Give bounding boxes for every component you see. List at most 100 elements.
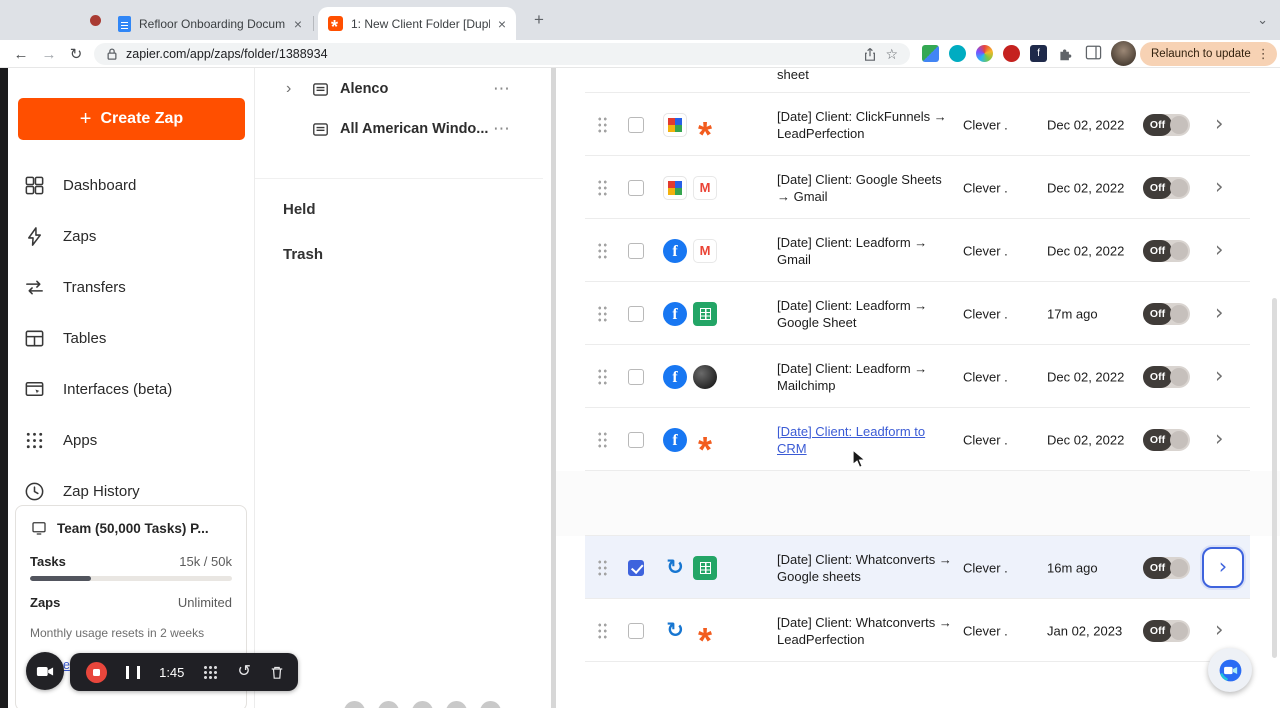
folder-item-all-american[interactable]: All American Windo... ⋯ xyxy=(255,112,551,148)
pause-recording-icon[interactable] xyxy=(126,665,141,679)
new-tab-button[interactable]: + xyxy=(529,10,549,30)
zap-name[interactable]: [Date] Client: ClickFunnels → LeadPerfec… xyxy=(777,108,955,142)
expand-chevron-icon[interactable]: › xyxy=(286,80,291,98)
row-chevron-icon[interactable]: › xyxy=(1215,175,1223,197)
row-chevron-icon[interactable]: › xyxy=(1215,238,1223,260)
restart-recording-icon[interactable]: ↺ xyxy=(238,664,251,680)
forward-button[interactable]: → xyxy=(38,43,60,65)
page-dot[interactable] xyxy=(480,701,501,708)
relaunch-to-update-button[interactable]: Relaunch to update ⋮ xyxy=(1140,42,1277,66)
page-dot[interactable] xyxy=(344,701,365,708)
sidebar-item-zaps[interactable]: Zaps xyxy=(8,211,254,262)
row-chevron-icon[interactable]: › xyxy=(1215,364,1223,386)
row-checkbox[interactable] xyxy=(628,431,644,448)
tab-search-icon[interactable]: ⌄ xyxy=(1257,12,1268,28)
close-tab-icon[interactable]: × xyxy=(294,16,302,32)
row-checkbox[interactable] xyxy=(628,116,644,133)
sidebar-item-transfers[interactable]: Transfers xyxy=(8,262,254,313)
more-options-icon[interactable]: ⋯ xyxy=(493,119,511,139)
zap-name[interactable]: [Date] Client: Whatconverts → LeadPerfec… xyxy=(777,614,955,648)
extension-icon[interactable]: f xyxy=(1030,45,1047,62)
zap-name[interactable]: [Date] Client: Leadform → Google Sheet xyxy=(777,297,955,331)
toggle-state-label: Off xyxy=(1143,113,1172,136)
sidebar-item-apps[interactable]: Apps xyxy=(8,415,254,466)
zap-on-off-toggle[interactable]: Off xyxy=(1143,239,1190,262)
zap-row[interactable]: [Date] Client: Leadform to CRM Clever . … xyxy=(556,408,1280,471)
create-zap-button[interactable]: + Create Zap xyxy=(18,98,245,140)
stop-recording-button[interactable] xyxy=(86,661,107,683)
zap-name[interactable]: [Date] Client: Leadform → Gmail xyxy=(777,234,955,268)
zap-on-off-toggle[interactable]: Off xyxy=(1143,113,1190,136)
zap-on-off-toggle[interactable]: Off xyxy=(1143,365,1190,388)
color-wheel-extension-icon[interactable] xyxy=(976,45,993,62)
support-chat-button[interactable] xyxy=(1208,648,1252,692)
list-scrollbar[interactable] xyxy=(1272,298,1277,658)
delete-recording-icon[interactable] xyxy=(270,665,284,680)
extension-icon[interactable] xyxy=(949,45,966,62)
extension-icon[interactable] xyxy=(1003,45,1020,62)
row-checkbox[interactable] xyxy=(628,242,644,259)
row-checkbox[interactable] xyxy=(628,622,644,639)
row-checkbox[interactable] xyxy=(628,368,644,385)
zap-row[interactable]: [Date] Client: Leadform → Mailchimp Clev… xyxy=(556,345,1280,408)
camera-toggle-button[interactable] xyxy=(26,652,64,690)
folder-item-alenco[interactable]: › Alenco ⋯ xyxy=(255,72,551,108)
row-chevron-icon[interactable]: › xyxy=(1215,427,1223,449)
row-chevron-icon[interactable]: › xyxy=(1215,301,1223,323)
sidebar-item-dashboard[interactable]: Dashboard xyxy=(8,160,254,211)
share-icon[interactable] xyxy=(863,47,877,62)
drag-handle-icon[interactable] xyxy=(597,115,608,134)
browser-tab-refloor[interactable]: Refloor Onboarding Docum × xyxy=(108,7,314,40)
row-chevron-icon[interactable]: › xyxy=(1215,618,1223,640)
address-bar[interactable]: zapier.com/app/zaps/folder/1388934 ☆ xyxy=(94,43,910,65)
extensions-puzzle-icon[interactable] xyxy=(1057,45,1074,62)
zap-on-off-toggle[interactable]: Off xyxy=(1143,176,1190,199)
row-checkbox[interactable] xyxy=(628,305,644,322)
zap-row[interactable]: [Date] Client: ClickFunnels → LeadPerfec… xyxy=(556,93,1280,156)
zap-name[interactable]: [Date] Client: Google Sheets → Gmail xyxy=(777,171,955,205)
page-dot[interactable] xyxy=(412,701,433,708)
extension-icon[interactable] xyxy=(922,45,939,62)
drag-handle-icon[interactable] xyxy=(597,558,608,577)
zap-on-off-toggle[interactable]: Off xyxy=(1143,428,1190,451)
reload-button[interactable]: ↻ xyxy=(65,43,87,65)
browser-profile-avatar[interactable] xyxy=(1111,41,1136,66)
zap-row[interactable]: [Date] Client: Whatconverts → LeadPerfec… xyxy=(556,599,1280,662)
drag-handle-icon[interactable] xyxy=(597,621,608,640)
side-panel-icon[interactable] xyxy=(1085,45,1102,60)
drag-handle-icon[interactable] xyxy=(597,430,608,449)
zap-row[interactable]: [Date] Client: Google Sheets → Gmail Cle… xyxy=(556,156,1280,219)
page-dot[interactable] xyxy=(378,701,399,708)
team-plan-row[interactable]: Team (50,000 Tasks) P... xyxy=(30,519,232,537)
drag-handle-icon[interactable] xyxy=(597,241,608,260)
zap-on-off-toggle[interactable]: Off xyxy=(1143,619,1190,642)
drag-handle-icon[interactable] xyxy=(597,178,608,197)
page-dot[interactable] xyxy=(446,701,467,708)
browser-tab-new-client-folder[interactable]: 1: New Client Folder [Duplicat × xyxy=(318,7,516,40)
close-tab-icon[interactable]: × xyxy=(498,16,506,32)
sidebar-item-tables[interactable]: Tables xyxy=(8,313,254,364)
row-checkbox-checked[interactable] xyxy=(628,559,644,576)
zap-on-off-toggle[interactable]: Off xyxy=(1143,556,1190,579)
more-options-icon[interactable]: ⋯ xyxy=(493,79,511,99)
zap-row[interactable]: [Date] Client: Leadform → Google Sheet C… xyxy=(556,282,1280,345)
zap-on-off-toggle[interactable]: Off xyxy=(1143,302,1190,325)
held-folder-item[interactable]: Held xyxy=(283,201,316,221)
drag-handle-icon[interactable] xyxy=(597,367,608,386)
row-chevron-icon[interactable]: › xyxy=(1215,112,1223,134)
browser-menu-icon[interactable]: ⋮ xyxy=(1257,46,1270,62)
bookmark-star-icon[interactable]: ☆ xyxy=(885,46,898,63)
drag-handle-icon[interactable] xyxy=(597,304,608,323)
zap-name[interactable]: [Date] Client: Whatconverts → Google she… xyxy=(777,551,955,585)
row-open-button-focused[interactable]: › xyxy=(1202,547,1244,588)
row-checkbox[interactable] xyxy=(628,179,644,196)
zap-row[interactable]: [Date] Client: Leadform → Gmail Clever .… xyxy=(556,219,1280,282)
zap-row-selected[interactable]: [Date] Client: Whatconverts → Google she… xyxy=(556,536,1280,599)
sidebar-item-interfaces[interactable]: Interfaces (beta) xyxy=(8,364,254,415)
url-text[interactable]: zapier.com/app/zaps/folder/1388934 xyxy=(126,47,855,61)
zap-name-link[interactable]: [Date] Client: Leadform to CRM xyxy=(777,423,955,457)
trash-folder-item[interactable]: Trash xyxy=(283,246,323,266)
tools-grid-icon[interactable] xyxy=(203,664,219,680)
zap-name[interactable]: [Date] Client: Leadform → Mailchimp xyxy=(777,360,955,394)
back-button[interactable]: ← xyxy=(10,43,32,65)
